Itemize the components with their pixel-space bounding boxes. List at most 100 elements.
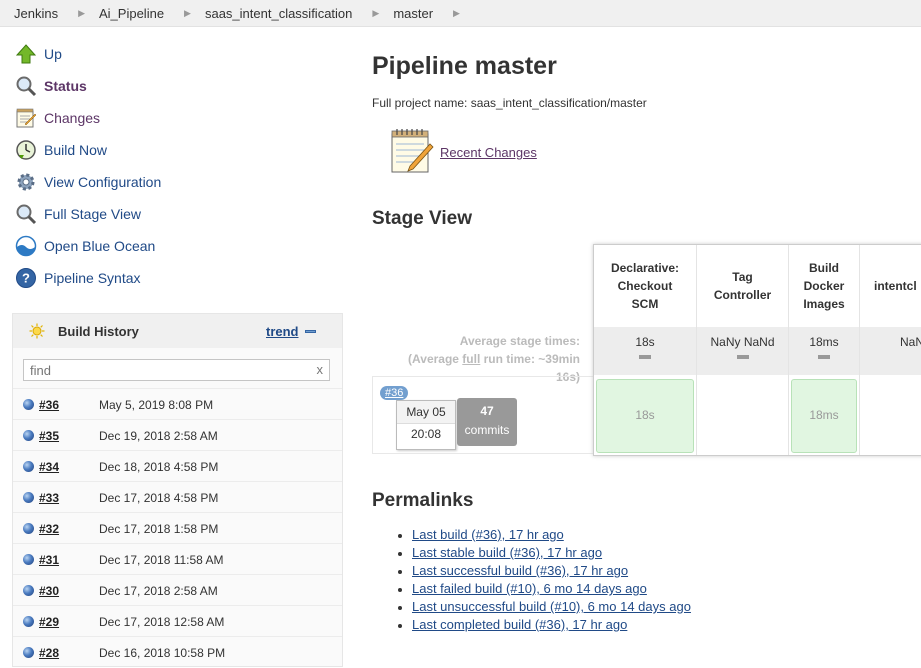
up-arrow-icon[interactable]	[14, 42, 38, 66]
task-label[interactable]: Build Now	[44, 142, 107, 158]
blue-ocean-icon[interactable]	[14, 234, 38, 258]
clock-icon[interactable]	[14, 138, 38, 162]
stage-cell[interactable]: 18ms	[789, 375, 859, 455]
permalink-last-successful-build[interactable]: Last successful build (#36), 17 hr ago	[412, 563, 628, 578]
stage-header-line: Controller	[713, 288, 772, 302]
stage-header-line: SCM	[631, 297, 659, 311]
breadcrumb-label[interactable]: Ai_Pipeline	[99, 6, 164, 21]
task-changes[interactable]: Changes	[14, 104, 100, 132]
task-view-configuration[interactable]: View Configuration	[14, 168, 161, 196]
full-run-link[interactable]: full	[462, 352, 480, 366]
permalinks-list: Last build (#36), 17 hr ago Last stable …	[398, 527, 691, 635]
clear-filter-button[interactable]: x	[317, 362, 324, 377]
build-date-link[interactable]: Dec 19, 2018 2:58 AM	[99, 429, 218, 443]
chevron-right-icon[interactable]: ▶	[58, 8, 99, 19]
build-date-link[interactable]: Dec 17, 2018 1:58 PM	[99, 522, 218, 536]
stage-cell[interactable]	[697, 375, 788, 455]
stage-cell-success[interactable]: 18ms	[791, 379, 857, 453]
gear-icon[interactable]	[14, 170, 38, 194]
chevron-right-icon[interactable]: ▶	[164, 8, 205, 19]
build-date-link[interactable]: Dec 17, 2018 11:58 AM	[99, 553, 224, 567]
build-date-link[interactable]: Dec 16, 2018 10:58 PM	[99, 646, 225, 660]
breadcrumb-item-project[interactable]: saas_intent_classification ▶	[205, 6, 393, 21]
build-time: 20:08	[410, 427, 442, 441]
recent-changes-link[interactable]: Recent Changes	[440, 145, 537, 160]
task-label[interactable]: View Configuration	[44, 174, 161, 190]
task-pipeline-syntax[interactable]: ? Pipeline Syntax	[14, 264, 141, 292]
breadcrumb-label[interactable]: master	[393, 6, 433, 21]
build-date-link[interactable]: May 5, 2019 8:08 PM	[99, 398, 213, 412]
stage-column: pr intentcl p NaN	[860, 245, 921, 455]
list-item: Last stable build (#36), 17 hr ago	[398, 545, 691, 563]
task-full-stage-view[interactable]: Full Stage View	[14, 200, 141, 228]
permalink-last-build[interactable]: Last build (#36), 17 hr ago	[412, 527, 564, 542]
stage-header-line: intentcl	[874, 279, 917, 293]
task-build-now[interactable]: Build Now	[14, 136, 107, 164]
avg-line-1: Average stage times:	[459, 334, 580, 348]
permalink-last-completed-build[interactable]: Last completed build (#36), 17 hr ago	[412, 617, 627, 632]
blue-ball-icon	[23, 647, 34, 658]
build-date-link[interactable]: Dec 17, 2018 12:58 AM	[99, 615, 224, 629]
build-number-link[interactable]: #30	[39, 584, 59, 598]
trend-link[interactable]: trend	[266, 324, 299, 339]
build-history-header: Build History trend	[13, 314, 342, 348]
help-icon[interactable]: ?	[14, 266, 38, 290]
breadcrumb-label[interactable]: saas_intent_classification	[205, 6, 352, 21]
task-label[interactable]: Pipeline Syntax	[44, 270, 141, 286]
build-date-link[interactable]: Dec 17, 2018 2:58 AM	[99, 584, 218, 598]
task-label[interactable]: Open Blue Ocean	[44, 238, 155, 254]
chevron-right-icon[interactable]: ▶	[352, 8, 393, 19]
stage-header: Build Docker Images	[789, 245, 859, 327]
build-badge[interactable]: #36	[380, 386, 409, 400]
stage-header-line: Checkout	[617, 279, 673, 293]
build-number-link[interactable]: #36	[39, 398, 59, 412]
task-label[interactable]: Full Stage View	[44, 206, 141, 222]
task-label[interactable]: Up	[44, 46, 62, 62]
task-label[interactable]: Changes	[44, 110, 100, 126]
magnifier-icon[interactable]	[14, 202, 38, 226]
stage-header-line: Images	[803, 297, 845, 311]
breadcrumb-item-master[interactable]: master ▶	[393, 6, 474, 21]
blue-ball-icon	[23, 399, 34, 410]
stage-view-table: Declarative: Checkout SCM 18s 18s Tag Contr…	[593, 244, 921, 456]
stage-cell[interactable]: 18s	[594, 375, 696, 455]
stage-view-title: Stage View	[372, 208, 472, 229]
build-date-link[interactable]: Dec 18, 2018 4:58 PM	[99, 460, 218, 474]
permalink-last-unsuccessful-build[interactable]: Last unsuccessful build (#10), 6 mo 14 d…	[412, 599, 691, 614]
commits-badge[interactable]: 47 commits	[457, 398, 517, 446]
stage-column: Declarative: Checkout SCM 18s 18s	[594, 245, 696, 455]
blue-ball-icon	[23, 523, 34, 534]
build-date-link[interactable]: Dec 17, 2018 4:58 PM	[99, 491, 218, 505]
blue-ball-icon	[23, 492, 34, 503]
build-number-link[interactable]: #29	[39, 615, 59, 629]
build-row: #31 Dec 17, 2018 11:58 AM	[13, 543, 342, 575]
permalink-last-stable-build[interactable]: Last stable build (#36), 17 hr ago	[412, 545, 602, 560]
commits-label: commits	[464, 423, 510, 437]
chevron-right-icon[interactable]: ▶	[433, 8, 474, 19]
task-status[interactable]: Status	[14, 72, 87, 100]
blue-ball-icon	[23, 430, 34, 441]
task-label[interactable]: Status	[44, 78, 87, 94]
breadcrumb-item-ai-pipeline[interactable]: Ai_Pipeline ▶	[99, 6, 205, 21]
build-history-panel: Build History trend x #36 May 5, 2019 8:…	[12, 313, 343, 667]
build-number-link[interactable]: #35	[39, 429, 59, 443]
build-number-link[interactable]: #31	[39, 553, 59, 567]
build-number-link[interactable]: #34	[39, 460, 59, 474]
stage-cell-success[interactable]: 18s	[596, 379, 694, 453]
collapse-icon[interactable]	[305, 330, 316, 333]
build-row: #29 Dec 17, 2018 12:58 AM	[13, 605, 342, 637]
build-number-link[interactable]: #33	[39, 491, 59, 505]
permalink-last-failed-build[interactable]: Last failed build (#10), 6 mo 14 days ag…	[412, 581, 647, 596]
task-open-blue-ocean[interactable]: Open Blue Ocean	[14, 232, 155, 260]
stage-cell[interactable]	[860, 375, 921, 455]
notepad-icon[interactable]	[14, 106, 38, 130]
breadcrumb-item-jenkins[interactable]: Jenkins ▶	[0, 6, 99, 21]
build-number-link[interactable]: #28	[39, 646, 59, 660]
build-number-link[interactable]: #32	[39, 522, 59, 536]
stage-column: Build Docker Images 18ms 18ms	[789, 245, 859, 455]
stage-average-bar	[736, 355, 749, 359]
build-search-input[interactable]	[24, 360, 316, 380]
magnifier-icon[interactable]	[14, 74, 38, 98]
breadcrumb-label[interactable]: Jenkins	[0, 6, 58, 21]
task-up[interactable]: Up	[14, 40, 62, 68]
